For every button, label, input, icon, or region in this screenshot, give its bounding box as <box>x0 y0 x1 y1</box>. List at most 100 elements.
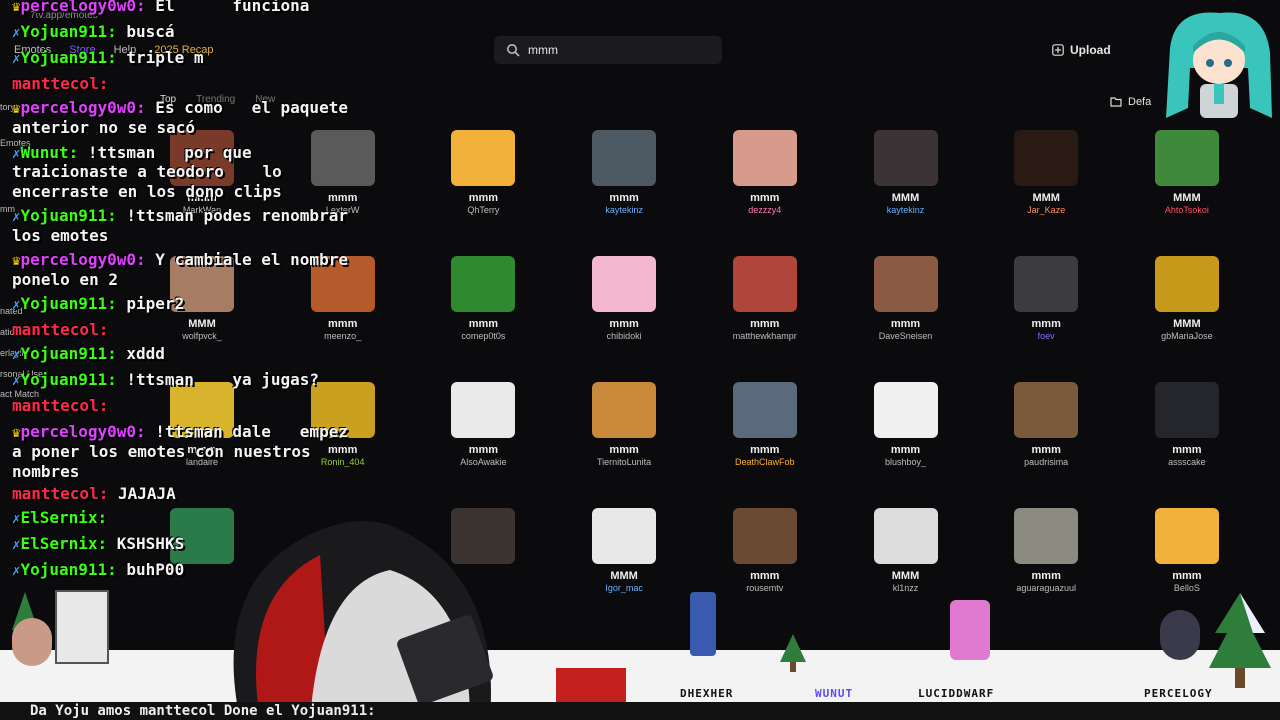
emote-author[interactable]: chibidoki <box>564 331 684 341</box>
chat-text: a poner los emotes con nuestros <box>12 442 311 461</box>
emote-author[interactable]: matthewkhampr <box>705 331 825 341</box>
chat-text: Y cambiale el nombre <box>145 250 348 269</box>
chat-username: Yojuan911: <box>20 370 117 389</box>
emote-name: mmm <box>468 444 499 456</box>
chat-message: ✗Yojuan911: !ttsman podes renombrar <box>12 206 348 227</box>
emote-card[interactable]: mmm TiernitoLunita <box>564 382 684 500</box>
emote-thumbnail <box>451 382 516 438</box>
chat-message: traicionaste a teodoro lo <box>12 162 282 182</box>
emote-card[interactable]: MMM AhtoTsokoi <box>1127 130 1247 248</box>
chat-username: Yojuan911: <box>20 560 117 579</box>
emote-author[interactable]: AlsoAwakie <box>423 457 543 467</box>
emote-card[interactable]: mmm blushboy_ <box>846 382 966 500</box>
emote-card[interactable]: mmm meenzo_ <box>283 256 403 374</box>
emote-card[interactable]: mmm assscake <box>1127 382 1247 500</box>
game-player-name: DHEXHER <box>680 687 734 700</box>
chat-message: manttecol: <box>12 320 108 340</box>
chat-message: ✗Yojuan911: !ttsman ya jugas? <box>12 370 319 391</box>
emote-name: mmm <box>328 192 358 204</box>
emote-author[interactable]: QhTerry <box>423 205 543 215</box>
emote-card[interactable]: mmm QhTerry <box>423 130 543 248</box>
chat-username: percelogy0w0: <box>20 422 146 441</box>
emote-thumbnail <box>592 256 657 312</box>
emote-author[interactable]: TiernitoLunita <box>564 457 684 467</box>
plus-square-icon <box>1052 44 1064 56</box>
emote-thumbnail <box>1014 508 1079 564</box>
emote-card[interactable]: mmm dezzzy4 <box>705 130 825 248</box>
emote-author[interactable]: AhtoTsokoi <box>1127 205 1247 215</box>
chat-message: ✗Yojuan911: triple m <box>12 48 203 69</box>
emote-name: mmm <box>1172 570 1202 582</box>
emote-author[interactable]: dezzzy4 <box>705 205 825 215</box>
emote-author[interactable]: gbMariaJose <box>1127 331 1247 341</box>
chat-username: percelogy0w0: <box>20 250 146 269</box>
chat-text: !ttsman dale empez <box>145 422 348 441</box>
emote-card[interactable]: MMM kaytekinz <box>846 130 966 248</box>
emote-author[interactable]: foev <box>986 331 1106 341</box>
emote-thumbnail <box>451 256 516 312</box>
emote-name: MMM <box>891 570 920 582</box>
chat-text: los emotes <box>12 226 109 245</box>
emote-card[interactable]: mmm paudrisima <box>986 382 1106 500</box>
chat-message: manttecol: JAJAJA <box>12 484 176 504</box>
game-player-name: WUNUT <box>815 687 854 700</box>
emote-thumbnail <box>310 130 375 186</box>
emote-thumbnail <box>451 130 516 186</box>
default-folder-button[interactable]: Defa <box>1110 92 1151 112</box>
search-input[interactable]: mmm <box>494 36 722 64</box>
emote-author[interactable]: kl1nzz <box>846 583 966 593</box>
emote-card[interactable]: mmm aguaraguazuul <box>986 508 1106 626</box>
chat-text: !ttsman por que <box>78 143 252 162</box>
emote-name: MMM <box>1173 318 1201 330</box>
emote-name: mmm <box>609 444 639 456</box>
emote-name: MMM <box>1173 192 1201 204</box>
emote-card[interactable]: mmm kaytekinz <box>564 130 684 248</box>
emote-card[interactable]: mmm chibidoki <box>564 256 684 374</box>
chat-text: JAJAJA <box>108 484 176 503</box>
emote-card[interactable]: mmm matthewkhampr <box>705 256 825 374</box>
emote-card[interactable]: MMM Jar_Kaze <box>986 130 1106 248</box>
emote-name: mmm <box>890 444 921 456</box>
chat-text: piper2 <box>116 294 185 313</box>
emote-author[interactable]: wolfpvck_ <box>142 331 262 341</box>
emote-card[interactable]: mmm AlsoAwakie <box>423 382 543 500</box>
tree-icon <box>780 634 806 672</box>
emote-card[interactable]: mmm comep0t0s <box>423 256 543 374</box>
emote-author[interactable]: Igor_mac <box>564 583 684 593</box>
emote-author[interactable]: blushboy_ <box>846 457 966 467</box>
chat-username: ElSernix: <box>20 534 108 553</box>
emote-card[interactable]: MMM gbMariaJose <box>1127 256 1247 374</box>
emote-author[interactable]: Jar_Kaze <box>986 205 1106 215</box>
chat-message: ♛percelogy0w0: El funciona <box>12 0 309 17</box>
emote-author[interactable]: DeathClawFob <box>705 457 825 467</box>
emote-card[interactable]: MMM kl1nzz <box>846 508 966 626</box>
chat-message: encerraste en los dono clips <box>12 182 282 202</box>
chat-text: anterior no se sacó <box>12 118 196 137</box>
emote-card[interactable]: mmm foev <box>986 256 1106 374</box>
emote-author[interactable]: assscake <box>1127 457 1247 467</box>
chat-username: percelogy0w0: <box>20 98 146 117</box>
emote-author[interactable]: paudrisima <box>986 457 1106 467</box>
emote-card[interactable]: mmm DaveSneisen <box>846 256 966 374</box>
chat-username: Yojuan911: <box>20 206 117 225</box>
emote-author[interactable]: DaveSneisen <box>846 331 966 341</box>
emote-author[interactable]: aguaraguazuul <box>986 583 1106 593</box>
emote-author[interactable]: meenzo_ <box>283 331 403 341</box>
emote-author[interactable]: kaytekinz <box>846 205 966 215</box>
emote-author[interactable]: comep0t0s <box>423 331 543 341</box>
emote-thumbnail <box>592 508 657 564</box>
chat-message: a poner los emotes con nuestros <box>12 442 311 462</box>
emote-card[interactable]: mmm LexterW <box>283 130 403 248</box>
chat-message: anterior no se sacó <box>12 118 195 138</box>
chat-username: manttecol: <box>12 74 109 93</box>
emote-author[interactable]: kaytekinz <box>564 205 684 215</box>
emote-card[interactable]: mmm DeathClawFob <box>705 382 825 500</box>
upload-button[interactable]: Upload <box>1044 38 1119 62</box>
chat-text: buscá <box>116 22 175 41</box>
search-icon <box>507 44 520 57</box>
sprite-face <box>12 618 52 666</box>
emote-card[interactable]: mmm rousemtv <box>705 508 825 626</box>
emote-card[interactable]: MMM Igor_mac <box>564 508 684 626</box>
chat-username: percelogy0w0: <box>20 0 146 15</box>
emote-author[interactable]: rousemtv <box>705 583 825 593</box>
